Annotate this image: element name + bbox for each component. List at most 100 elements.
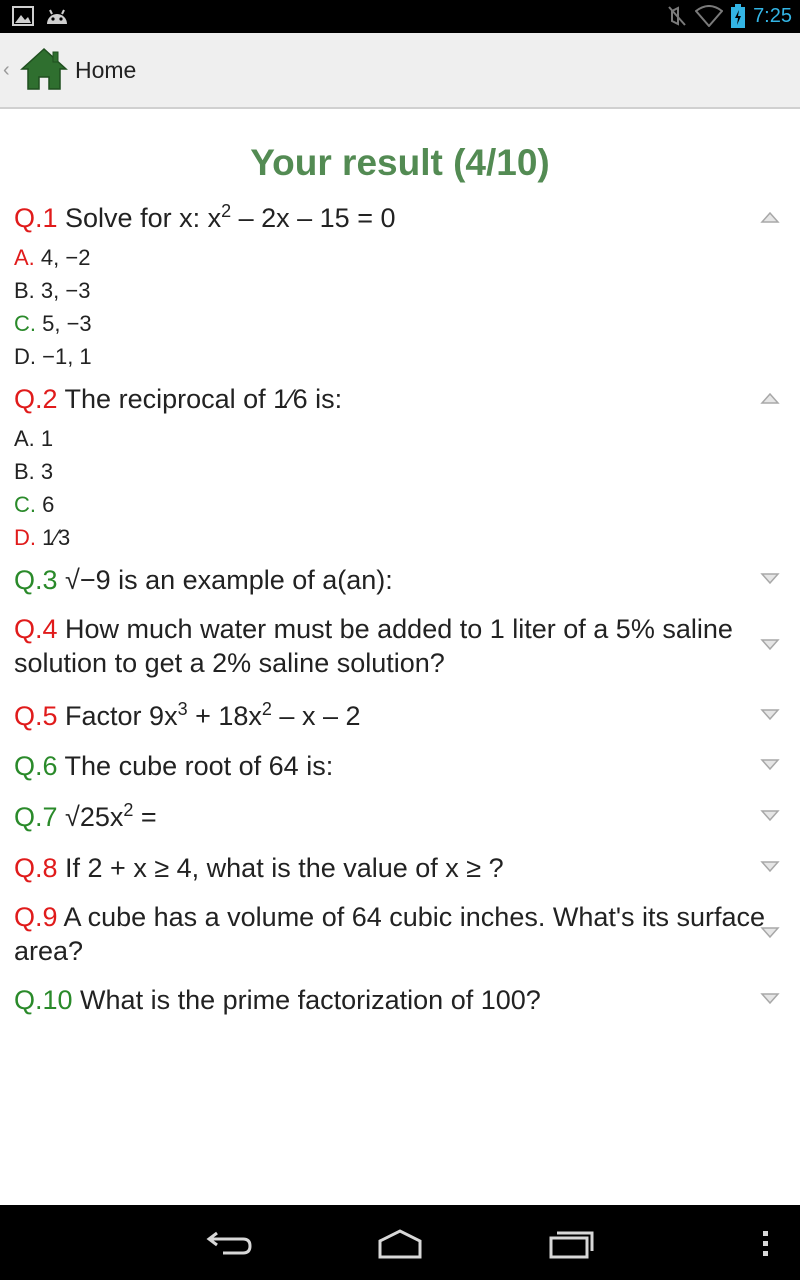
option-c: C. 5, −3 [14, 307, 774, 340]
option-d: D. −1, 1 [14, 340, 774, 373]
question-text: Q.5 Factor 9x3 + 18x2 – x – 2 [14, 699, 774, 733]
question-text-part: A cube has a volume of 64 cubic inches. … [14, 902, 766, 966]
question-number: Q.2 [14, 384, 58, 414]
question-5[interactable]: Q.5 Factor 9x3 + 18x2 – x – 2 [14, 699, 774, 733]
question-text-part: Factor 9x [57, 701, 178, 731]
question-text-part: Solve for x: x [57, 203, 222, 233]
chevron-down-icon[interactable] [760, 572, 780, 586]
chevron-down-icon[interactable] [760, 638, 780, 652]
question-4[interactable]: Q.4 How much water must be added to 1 li… [14, 612, 774, 680]
exponent: 2 [221, 201, 232, 221]
option-letter: B. [14, 459, 35, 484]
question-text: Q.6 The cube root of 64 is: [14, 749, 774, 783]
option-letter: C. [14, 311, 36, 336]
question-text: Q.7 √25x2 = [14, 800, 774, 834]
chevron-down-icon[interactable] [760, 809, 780, 823]
question-text-part: The cube root of 64 is: [57, 751, 334, 781]
option-text: 3 [34, 459, 54, 484]
question-text: Q.3 √−9 is an example of a(an): [14, 563, 774, 597]
option-letter: A. [14, 426, 35, 451]
option-c: C. 6 [14, 488, 774, 521]
overflow-menu-icon[interactable] [760, 1229, 772, 1259]
question-number: Q.3 [14, 565, 58, 595]
question-text: Q.1 Solve for x: x2 – 2x – 15 = 0 [14, 201, 774, 235]
question-7[interactable]: Q.7 √25x2 = [14, 800, 774, 834]
battery-charging-icon [731, 4, 746, 28]
question-text-part: + 18x [187, 701, 262, 731]
wifi-icon [695, 5, 724, 27]
option-letter: B. [14, 278, 35, 303]
picture-icon [12, 6, 34, 26]
option-text: 1 [34, 426, 54, 451]
back-icon[interactable] [205, 1229, 253, 1259]
question-text-part: The reciprocal of 1⁄6 is: [57, 384, 343, 414]
question-3[interactable]: Q.3 √−9 is an example of a(an): [14, 563, 774, 597]
exponent: 2 [261, 699, 272, 719]
android-icon [47, 9, 67, 24]
chevron-down-icon[interactable] [760, 758, 780, 772]
screen: 7:25 ‹ Home Your result (4/10) Q.1 Solve… [0, 0, 800, 1280]
question-text: Q.2 The reciprocal of 1⁄6 is: [14, 382, 774, 416]
exponent: 2 [123, 800, 134, 820]
question-1[interactable]: Q.1 Solve for x: x2 – 2x – 15 = 0 A. 4, … [14, 201, 774, 373]
question-number: Q.8 [14, 853, 58, 883]
question-text: Q.4 How much water must be added to 1 li… [14, 612, 774, 680]
option-letter: D. [14, 525, 36, 550]
question-10[interactable]: Q.10 What is the prime factorization of … [14, 983, 774, 1017]
option-letter: D. [14, 344, 36, 369]
mute-icon [668, 6, 686, 26]
navigation-bar [0, 1205, 800, 1280]
question-number: Q.9 [14, 902, 58, 932]
option-text: 4, −2 [34, 245, 91, 270]
chevron-down-icon[interactable] [760, 708, 780, 722]
question-number: Q.4 [14, 614, 58, 644]
chevron-down-icon[interactable] [760, 860, 780, 874]
question-number: Q.10 [14, 985, 73, 1015]
question-8[interactable]: Q.8 If 2 + x ≥ 4, what is the value of x… [14, 851, 774, 885]
result-title: Your result (4/10) [250, 142, 550, 183]
recent-apps-icon[interactable] [548, 1227, 596, 1259]
question-text-part: √25x [57, 802, 124, 832]
question-text-part: √−9 is an example of a(an): [57, 565, 393, 595]
options-list: A. 4, −2 B. 3, −3 C. 5, −3 D. −1, 1 [14, 241, 774, 373]
question-text: Q.10 What is the prime factorization of … [14, 983, 774, 1017]
question-6[interactable]: Q.6 The cube root of 64 is: [14, 749, 774, 783]
action-bar-title: Home [75, 57, 137, 83]
chevron-down-icon[interactable] [760, 926, 780, 940]
exponent: 3 [177, 699, 188, 719]
option-letter: C. [14, 492, 36, 517]
chevron-up-icon[interactable] [760, 391, 780, 405]
option-text: 3, −3 [34, 278, 91, 303]
question-text-part: – x – 2 [271, 701, 361, 731]
option-text: −1, 1 [36, 344, 92, 369]
chevron-down-icon[interactable] [760, 992, 780, 1006]
result-content: Your result (4/10) Q.1 Solve for x: x2 –… [0, 110, 800, 1205]
question-text-part: = [133, 802, 157, 832]
question-2[interactable]: Q.2 The reciprocal of 1⁄6 is: A. 1 B. 3 … [14, 382, 774, 554]
question-number: Q.1 [14, 203, 58, 233]
option-text: 6 [36, 492, 55, 517]
chevron-up-icon[interactable] [760, 210, 780, 224]
option-a: A. 1 [14, 422, 774, 455]
option-text: 1⁄3 [36, 525, 71, 550]
question-text-part: What is the prime factorization of 100? [72, 985, 541, 1015]
question-text-part: – 2x – 15 = 0 [231, 203, 396, 233]
action-bar[interactable]: ‹ Home [0, 33, 800, 109]
option-a: A. 4, −2 [14, 241, 774, 274]
question-text-part: If 2 + x ≥ 4, what is the value of x ≥ ? [57, 853, 504, 883]
question-number: Q.7 [14, 802, 58, 832]
up-caret-icon[interactable]: ‹ [3, 59, 10, 82]
status-time: 7:25 [753, 4, 792, 27]
option-d: D. 1⁄3 [14, 521, 774, 554]
option-letter: A. [14, 245, 35, 270]
question-number: Q.5 [14, 701, 58, 731]
options-list: A. 1 B. 3 C. 6 D. 1⁄3 [14, 422, 774, 554]
home-icon[interactable] [376, 1227, 424, 1259]
home-icon[interactable] [20, 47, 68, 91]
question-text-part: How much water must be added to 1 liter … [14, 614, 733, 678]
question-text: Q.8 If 2 + x ≥ 4, what is the value of x… [14, 851, 774, 885]
question-number: Q.6 [14, 751, 58, 781]
option-b: B. 3, −3 [14, 274, 774, 307]
question-9[interactable]: Q.9 A cube has a volume of 64 cubic inch… [14, 900, 774, 968]
option-text: 5, −3 [36, 311, 92, 336]
